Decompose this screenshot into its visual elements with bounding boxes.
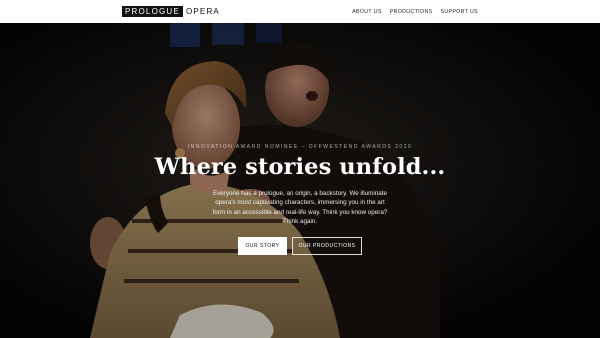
nav-link-productions[interactable]: PRODUCTIONS — [390, 9, 433, 15]
nav-link-support-us[interactable]: SUPPORT US — [440, 9, 478, 15]
hero-description: Everyone has a prologue, an origin, a ba… — [212, 190, 388, 226]
our-story-button[interactable]: OUR STORY — [238, 237, 287, 255]
our-productions-button[interactable]: OUR PRODUCTIONS — [292, 237, 362, 255]
logo-word-text: OPERA — [185, 7, 220, 16]
nav-link-about-us[interactable]: ABOUT US — [352, 9, 382, 15]
logo-boxed-text: PROLOGUE — [122, 6, 183, 17]
top-navbar: PROLOGUE OPERA ABOUT US PRODUCTIONS SUPP… — [0, 0, 600, 23]
award-kicker: INNOVATION AWARD NOMINEE – OFFWESTEND AW… — [187, 144, 413, 150]
hero-headline: Where stories unfold... — [154, 154, 446, 180]
hero-dark-overlay — [0, 23, 600, 338]
hero-section: INNOVATION AWARD NOMINEE – OFFWESTEND AW… — [0, 23, 600, 338]
site-logo[interactable]: PROLOGUE OPERA — [122, 6, 220, 17]
main-menu: ABOUT US PRODUCTIONS SUPPORT US — [352, 0, 478, 23]
